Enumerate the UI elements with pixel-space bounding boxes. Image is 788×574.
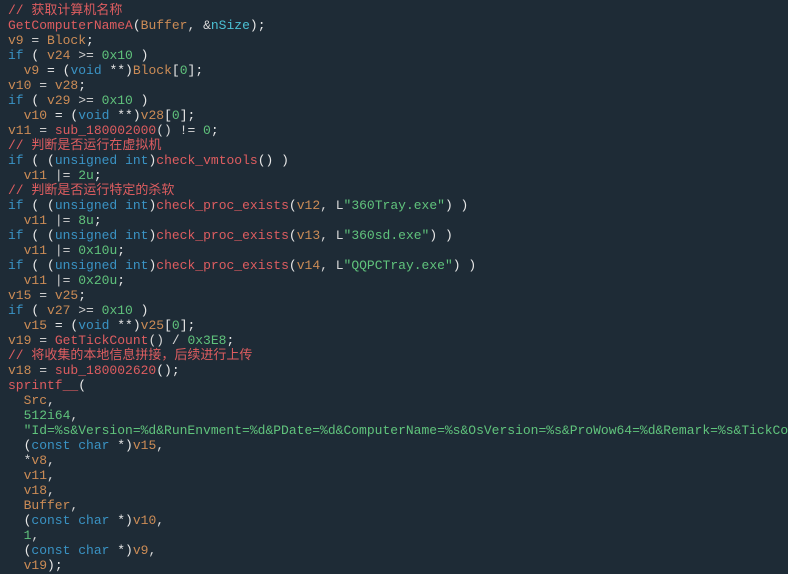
format-string: "Id=%s&Version=%d&RunEnvment=%d&PDate=%d…	[8, 423, 788, 438]
decompiler-output[interactable]: // 获取计算机名称 GetComputerNameA(Buffer, &nSi…	[0, 0, 788, 574]
call-getcomputernamea: GetComputerNameA	[8, 18, 133, 33]
comment-line: // 将收集的本地信息拼接，后续进行上传	[8, 348, 252, 363]
comment-line: // 判断是否运行特定的杀软	[8, 183, 174, 198]
comment-line: // 判断是否运行在虚拟机	[8, 138, 161, 153]
comment-line: // 获取计算机名称	[8, 3, 122, 18]
